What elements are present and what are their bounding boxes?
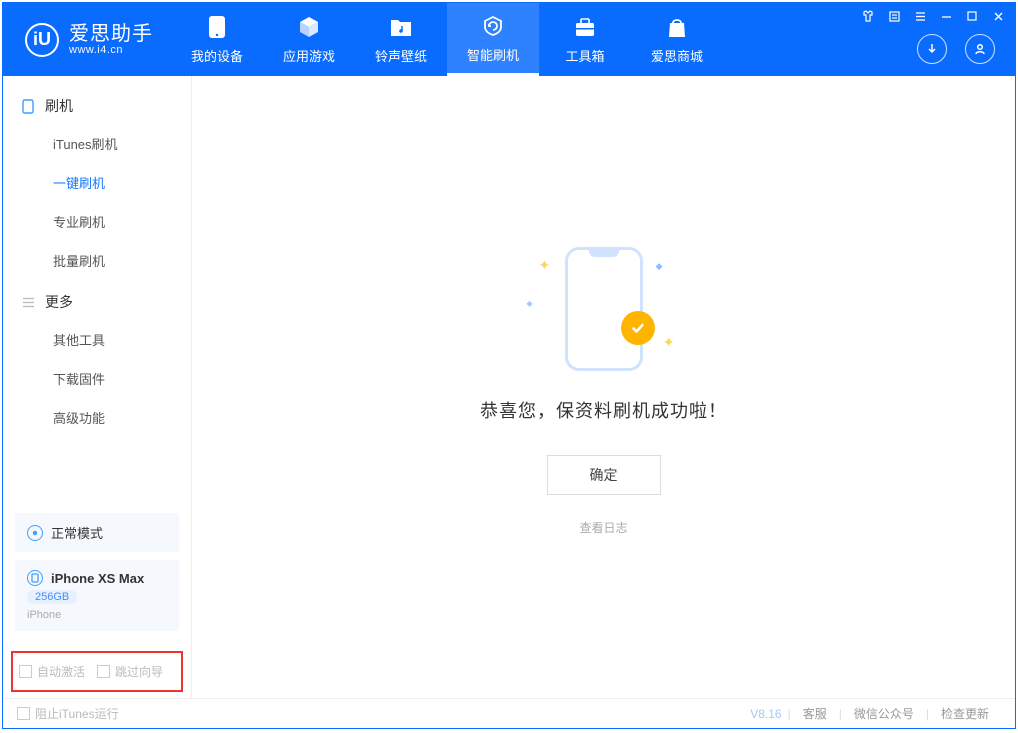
sidebar-item-oneclick-flash[interactable]: 一键刷机 <box>3 163 191 202</box>
menu-icon[interactable] <box>913 9 927 23</box>
highlighted-options: 自动激活 跳过向导 <box>11 651 183 692</box>
nav-toolbox[interactable]: 工具箱 <box>539 3 631 76</box>
note-icon[interactable] <box>887 9 901 23</box>
bag-icon <box>663 14 691 40</box>
cube-icon <box>295 14 323 40</box>
check-icon <box>621 311 655 345</box>
support-link[interactable]: 客服 <box>803 705 827 722</box>
checkbox-skip-guide[interactable]: 跳过向导 <box>97 663 163 680</box>
app-name: 爱思助手 <box>69 24 153 44</box>
group-title: 更多 <box>45 292 73 312</box>
sidebar-item-batch-flash[interactable]: 批量刷机 <box>3 241 191 280</box>
sidebar-item-other-tools[interactable]: 其他工具 <box>3 320 191 359</box>
close-button[interactable] <box>991 9 1005 23</box>
nav-ringtone[interactable]: 铃声壁纸 <box>355 3 447 76</box>
mode-icon <box>27 525 43 541</box>
success-illustration: ✦ ◆ ◆ ✦ <box>519 239 689 379</box>
app-logo: iU 爱思助手 www.i4.cn <box>3 3 171 76</box>
status-bar: 阻止iTunes运行 V8.16 | 客服 | 微信公众号 | 检查更新 <box>3 698 1015 728</box>
version-label: V8.16 <box>750 707 781 721</box>
music-folder-icon <box>387 14 415 40</box>
success-message: 恭喜您，保资料刷机成功啦！ <box>480 397 727 423</box>
mode-box[interactable]: 正常模式 <box>15 513 179 552</box>
sidebar: 刷机 iTunes刷机 一键刷机 专业刷机 批量刷机 更多 其他工具 下载固件 … <box>3 76 192 698</box>
nav-label: 智能刷机 <box>467 45 519 64</box>
wechat-link[interactable]: 微信公众号 <box>854 705 914 722</box>
nav-label: 我的设备 <box>191 46 243 65</box>
nav-label: 应用游戏 <box>283 46 335 65</box>
nav-apps[interactable]: 应用游戏 <box>263 3 355 76</box>
sidebar-group-more: 更多 <box>3 280 191 320</box>
checkbox-auto-activate[interactable]: 自动激活 <box>19 663 85 680</box>
device-outline-icon <box>21 99 35 113</box>
device-storage: 256GB <box>27 590 77 604</box>
titlebar: iU 爱思助手 www.i4.cn 我的设备 应用游戏 铃声壁纸 智能刷机 <box>3 3 1015 76</box>
nav-store[interactable]: 爱思商城 <box>631 3 723 76</box>
toolbox-icon <box>571 14 599 40</box>
shirt-icon[interactable] <box>861 9 875 23</box>
window-controls <box>861 9 1005 23</box>
nav-flash[interactable]: 智能刷机 <box>447 3 539 76</box>
device-icon <box>27 570 43 586</box>
device-box[interactable]: iPhone XS Max 256GB iPhone <box>15 560 179 631</box>
user-icon[interactable] <box>965 34 995 64</box>
checkbox-block-itunes[interactable]: 阻止iTunes运行 <box>17 705 119 722</box>
sidebar-item-itunes-flash[interactable]: iTunes刷机 <box>3 124 191 163</box>
sidebar-group-flash: 刷机 <box>3 84 191 124</box>
device-type: iPhone <box>27 609 167 621</box>
mode-label: 正常模式 <box>51 523 103 542</box>
reflash-icon <box>479 13 507 39</box>
sidebar-item-advanced[interactable]: 高级功能 <box>3 398 191 437</box>
update-link[interactable]: 检查更新 <box>941 705 989 722</box>
app-url: www.i4.cn <box>69 44 153 56</box>
sidebar-item-pro-flash[interactable]: 专业刷机 <box>3 202 191 241</box>
download-icon[interactable] <box>917 34 947 64</box>
group-title: 刷机 <box>45 96 73 116</box>
maximize-button[interactable] <box>965 9 979 23</box>
phone-icon <box>203 14 231 40</box>
ok-button[interactable]: 确定 <box>547 455 661 495</box>
sidebar-item-download-fw[interactable]: 下载固件 <box>3 359 191 398</box>
minimize-button[interactable] <box>939 9 953 23</box>
nav-my-device[interactable]: 我的设备 <box>171 3 263 76</box>
device-name: iPhone XS Max <box>51 571 144 586</box>
list-icon <box>21 295 35 309</box>
main-nav: 我的设备 应用游戏 铃声壁纸 智能刷机 工具箱 爱思商城 <box>171 3 723 76</box>
nav-label: 工具箱 <box>565 46 604 65</box>
nav-label: 铃声壁纸 <box>375 46 427 65</box>
main-content: ✦ ◆ ◆ ✦ 恭喜您，保资料刷机成功啦！ 确定 查看日志 <box>192 76 1015 698</box>
logo-icon: iU <box>25 23 59 57</box>
nav-label: 爱思商城 <box>651 46 703 65</box>
view-log-link[interactable]: 查看日志 <box>579 519 627 536</box>
